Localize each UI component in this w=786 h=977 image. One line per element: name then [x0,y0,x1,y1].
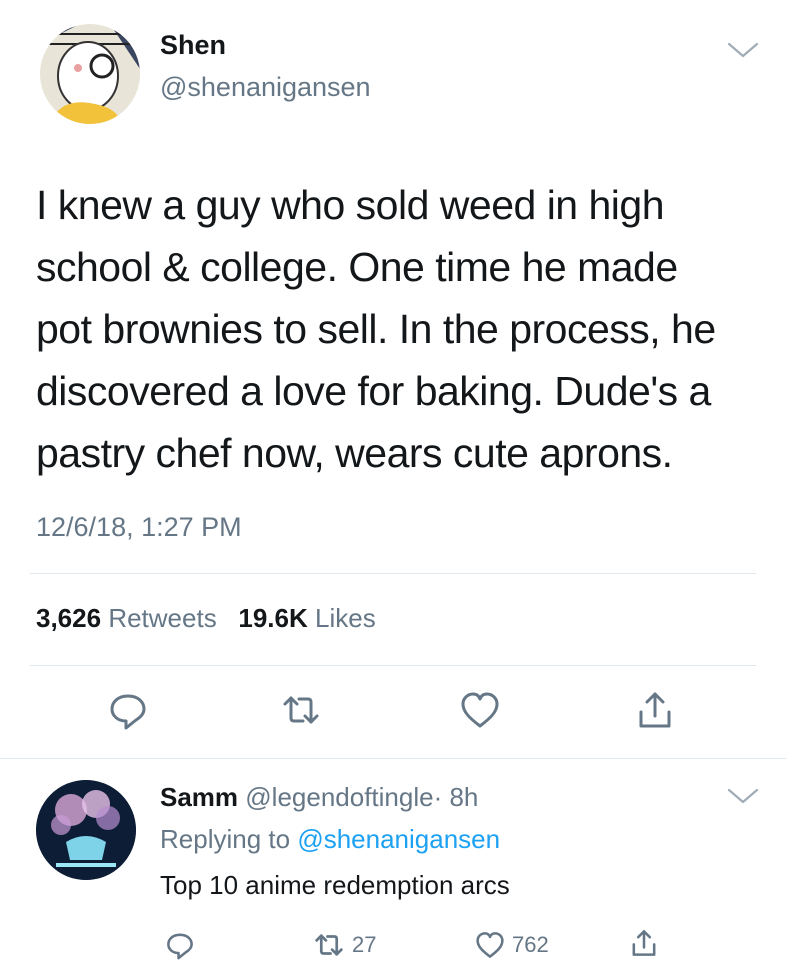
avatar[interactable] [40,24,140,124]
reply-author-handle[interactable]: @legendoftingle [245,782,433,812]
chevron-down-icon[interactable] [726,786,760,806]
reply-avatar[interactable] [36,780,136,880]
reply-header: Samm @legendoftingle· 8h [160,782,478,813]
reply-retweet-count: 27 [352,932,377,957]
retweet-icon[interactable] [279,688,323,732]
tweet-text: I knew a guy who sold weed in high schoo… [36,174,766,484]
retweets-count[interactable]: 3,626 [36,603,101,633]
author-handle[interactable]: @shenanigansen [160,72,371,103]
tweet-timestamp[interactable]: 12/6/18, 1:27 PM [36,512,242,543]
replying-to: Replying to @shenanigansen [160,824,500,855]
tweet-text-line: pot brownies to sell. In the process, he [36,306,716,352]
author-name[interactable]: Shen [160,30,226,61]
retweet-icon [315,934,343,956]
heart-icon [476,932,504,958]
reply-avatar-illustration [36,780,136,880]
tweet-text-line: discovered a love for baking. Dude's a [36,368,711,414]
likes-count[interactable]: 19.6K [238,603,307,633]
avatar-illustration [40,24,140,124]
replying-prefix: Replying to [160,824,291,854]
tweet-text-line: pastry chef now, wears cute aprons. [36,430,673,476]
divider [30,573,756,574]
reply-share-button[interactable] [628,926,660,960]
tweet-stats: 3,626 Retweets 19.6K Likes [36,603,376,634]
retweets-label[interactable]: Retweets [108,603,216,633]
share-icon[interactable] [633,688,677,732]
tweet-text-line: I knew a guy who sold weed in high [36,182,665,228]
tweet-text-line: school & college. One time he made [36,244,678,290]
heart-icon[interactable] [458,688,502,732]
reply-text: Top 10 anime redemption arcs [160,870,510,900]
likes-label[interactable]: Likes [315,603,376,633]
reply-age: · 8h [433,782,479,812]
reply-icon[interactable] [106,688,150,732]
reply-like-count: 762 [512,932,549,957]
chevron-down-icon[interactable] [726,40,760,60]
reply-author-name[interactable]: Samm [160,782,238,812]
reply-icon [167,933,193,960]
divider [0,758,786,759]
share-icon [632,930,656,956]
replying-mention[interactable]: @shenanigansen [297,824,500,854]
reply-retweet-button[interactable]: 27 [312,928,376,962]
divider [30,665,756,666]
reply-reply-button[interactable] [164,928,196,962]
reply-like-button[interactable]: 762 [474,928,549,962]
